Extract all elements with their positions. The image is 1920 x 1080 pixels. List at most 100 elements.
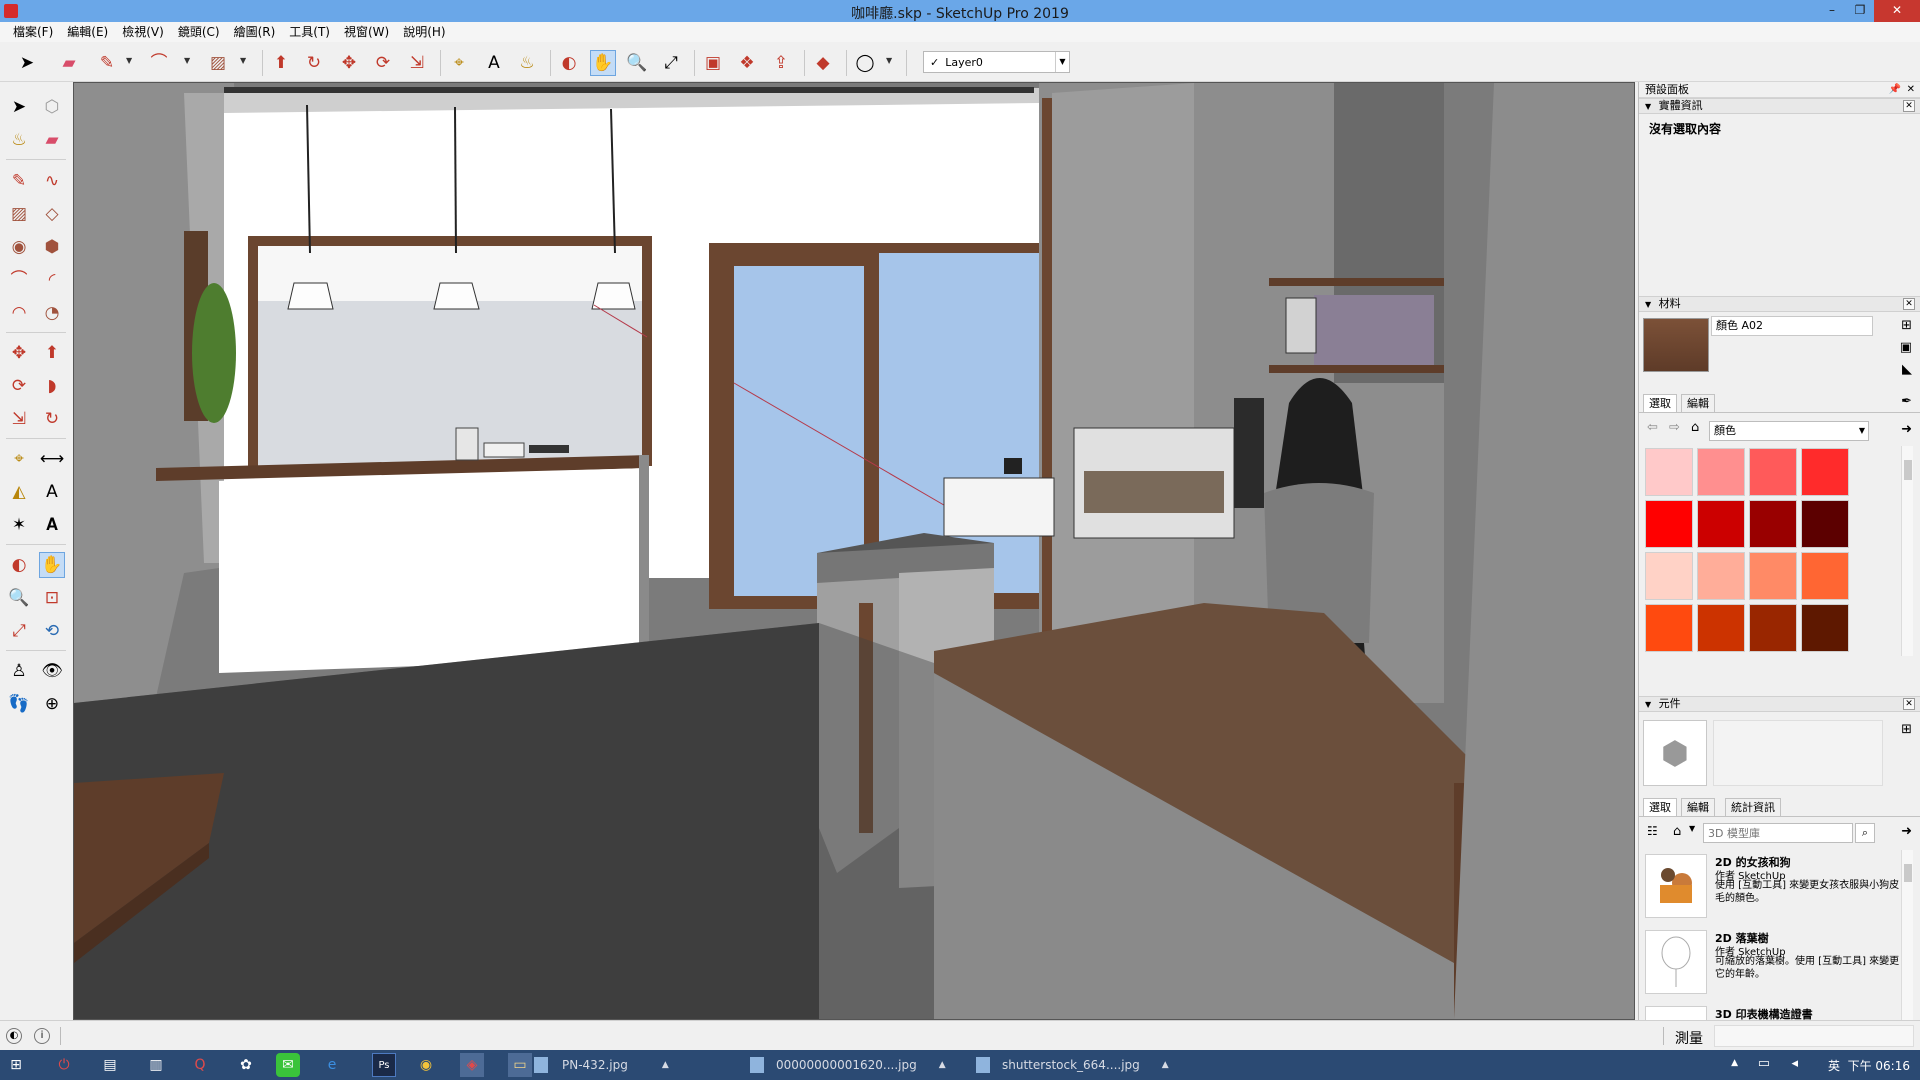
close-icon[interactable]: ✕ <box>1903 100 1915 112</box>
power-icon[interactable]: ⏻ <box>52 1053 76 1077</box>
chevron-down-icon[interactable]: ▼ <box>1055 52 1069 72</box>
scale-tool-icon[interactable]: ⇲ <box>6 406 32 432</box>
chevron-down-icon[interactable]: ▼ <box>1859 422 1865 440</box>
details-arrow-icon[interactable]: ➜ <box>1901 422 1912 437</box>
entity-info-header[interactable]: ▼ 實體資訊 ✕ <box>1639 98 1920 114</box>
select-tool-icon[interactable]: ➤ <box>6 94 32 120</box>
layer-select[interactable]: ✓ Layer0 ▼ <box>923 51 1070 73</box>
component-list-item[interactable]: 3D 印表機構造證書 <box>1645 1006 1901 1020</box>
material-swatch[interactable] <box>1749 500 1797 548</box>
rectangle-tool-icon[interactable]: ▨ <box>6 201 32 227</box>
clock[interactable]: 下午 06:16 <box>1848 1057 1910 1074</box>
material-swatch[interactable] <box>1801 500 1849 548</box>
ime-indicator[interactable]: 英 <box>1828 1057 1840 1074</box>
offset-tool-icon[interactable]: ↻ <box>301 50 327 76</box>
component-list-item[interactable]: 2D 的女孩和狗 作者 SketchUp 使用 [互動工具] 來變更女孩衣服與小… <box>1645 854 1901 924</box>
orbit-tool-icon[interactable]: ◐ <box>6 552 32 578</box>
zoom-tool-icon[interactable]: 🔍 <box>6 585 32 611</box>
materials-scrollbar[interactable] <box>1901 446 1913 656</box>
details-arrow-icon[interactable]: ➜ <box>1901 824 1912 839</box>
orbit-tool-icon[interactable]: ◐ <box>556 50 582 76</box>
material-swatch[interactable] <box>1697 448 1745 496</box>
collapse-triangle-icon[interactable]: ▼ <box>1645 102 1651 111</box>
components-warehouse-icon[interactable]: ❖ <box>734 50 760 76</box>
menu-view[interactable]: 檢視(V) <box>115 23 171 41</box>
dimension-tool-icon[interactable]: ⟷ <box>39 446 65 472</box>
home-icon[interactable]: ⌂ <box>1673 824 1681 839</box>
zoom-extents-icon[interactable]: ⤢ <box>658 50 684 76</box>
line-tool-icon[interactable]: ✎ <box>6 168 32 194</box>
extension-warehouse-icon[interactable]: ◆ <box>810 50 836 76</box>
eraser-tool-icon[interactable]: ▰ <box>56 50 82 76</box>
materials-header[interactable]: ▼ 材料 ✕ <box>1639 296 1920 312</box>
previous-view-icon[interactable]: ⟲ <box>39 618 65 644</box>
component-search-input[interactable] <box>1703 823 1853 843</box>
back-icon[interactable]: ⇦ <box>1647 420 1658 435</box>
3d-text-tool-icon[interactable]: 𝐀 <box>39 512 65 538</box>
arc-dropdown-icon[interactable]: ▼ <box>184 56 190 65</box>
home-icon[interactable]: ⌂ <box>1691 420 1699 435</box>
section-plane-icon[interactable]: ⊕ <box>39 691 65 717</box>
warehouse-icon[interactable]: ▣ <box>700 50 726 76</box>
line-app-icon[interactable]: ✉ <box>276 1053 300 1077</box>
menu-help[interactable]: 說明(H) <box>396 23 452 41</box>
forward-icon[interactable]: ⇨ <box>1669 420 1680 435</box>
tool-icon[interactable]: ✿ <box>234 1053 258 1077</box>
restore-button[interactable]: ❐ <box>1846 0 1874 22</box>
material-swatch[interactable] <box>1697 604 1745 652</box>
edge-icon[interactable]: e <box>320 1053 344 1077</box>
components-header[interactable]: ▼ 元件 ✕ <box>1639 696 1920 712</box>
material-swatch[interactable] <box>1697 500 1745 548</box>
material-swatch[interactable] <box>1645 604 1693 652</box>
create-material-icon[interactable]: ⊞ <box>1901 318 1912 333</box>
axes-tool-icon[interactable]: ✶ <box>6 512 32 538</box>
default-material-icon[interactable]: ▣ <box>1900 340 1912 355</box>
look-around-icon[interactable]: 👁 <box>39 658 65 684</box>
rectangle-tool-icon[interactable]: ▨ <box>205 50 231 76</box>
network-icon[interactable]: ▭ <box>1758 1056 1770 1071</box>
taskbar-item[interactable]: PN-432.jpg ▲ <box>534 1050 669 1080</box>
tab-components-edit[interactable]: 編輯 <box>1681 798 1715 816</box>
tape-measure-tool-icon[interactable]: ⌖ <box>446 50 472 76</box>
menu-file[interactable]: 檔案(F) <box>6 23 60 41</box>
freehand-tool-icon[interactable]: ∿ <box>39 168 65 194</box>
material-swatch[interactable] <box>1749 552 1797 600</box>
file-explorer-icon[interactable]: ▭ <box>508 1053 532 1077</box>
three-point-arc-icon[interactable]: ◠ <box>6 300 32 326</box>
follow-me-tool-icon[interactable]: ◗ <box>39 373 65 399</box>
chevron-up-icon[interactable]: ▲ <box>1731 1058 1738 1068</box>
menu-window[interactable]: 視窗(W) <box>337 23 396 41</box>
account-icon[interactable]: ◯ <box>852 50 878 76</box>
pin-icon[interactable]: 📌 <box>1889 82 1901 98</box>
arc-tool-icon[interactable]: ⌒ <box>6 267 32 293</box>
pan-tool-icon[interactable]: ✋ <box>590 50 616 76</box>
material-swatch[interactable] <box>1645 552 1693 600</box>
volume-icon[interactable]: ◂ <box>1791 1056 1798 1071</box>
material-swatch[interactable] <box>1645 500 1693 548</box>
material-swatch[interactable] <box>1697 552 1745 600</box>
tab-components-stats[interactable]: 統計資訊 <box>1725 798 1781 816</box>
walk-tool-icon[interactable]: 👣 <box>6 691 32 717</box>
push-pull-tool-icon[interactable]: ⬆ <box>268 50 294 76</box>
view-options-icon[interactable]: ☷ <box>1647 824 1658 838</box>
photoshop-icon[interactable]: Ps <box>372 1053 396 1077</box>
offset-tool-icon[interactable]: ↻ <box>39 406 65 432</box>
start-icon[interactable]: ⊞ <box>4 1053 28 1077</box>
push-pull-tool-icon[interactable]: ⬆ <box>39 340 65 366</box>
minimize-button[interactable]: – <box>1818 0 1846 22</box>
pan-tool-icon[interactable]: ✋ <box>39 552 65 578</box>
paint-sample-icon[interactable]: ◣ <box>1902 362 1912 377</box>
circle-tool-icon[interactable]: ◉ <box>6 234 32 260</box>
text-tool-icon[interactable]: A <box>481 50 507 76</box>
pie-tool-icon[interactable]: ◔ <box>39 300 65 326</box>
zoom-window-icon[interactable]: ⊡ <box>39 585 65 611</box>
zoom-tool-icon[interactable]: 🔍 <box>624 50 650 76</box>
tab-components-select[interactable]: 選取 <box>1643 798 1677 816</box>
scale-tool-icon[interactable]: ⇲ <box>404 50 430 76</box>
menu-tools[interactable]: 工具(T) <box>282 23 337 41</box>
document-icon[interactable]: ▤ <box>98 1053 122 1077</box>
position-camera-icon[interactable]: ♙ <box>6 658 32 684</box>
share-model-icon[interactable]: ⇪ <box>768 50 794 76</box>
line-dropdown-icon[interactable]: ▼ <box>126 56 132 65</box>
taskbar-item[interactable]: shutterstock_664....jpg ▲ <box>976 1050 1169 1080</box>
